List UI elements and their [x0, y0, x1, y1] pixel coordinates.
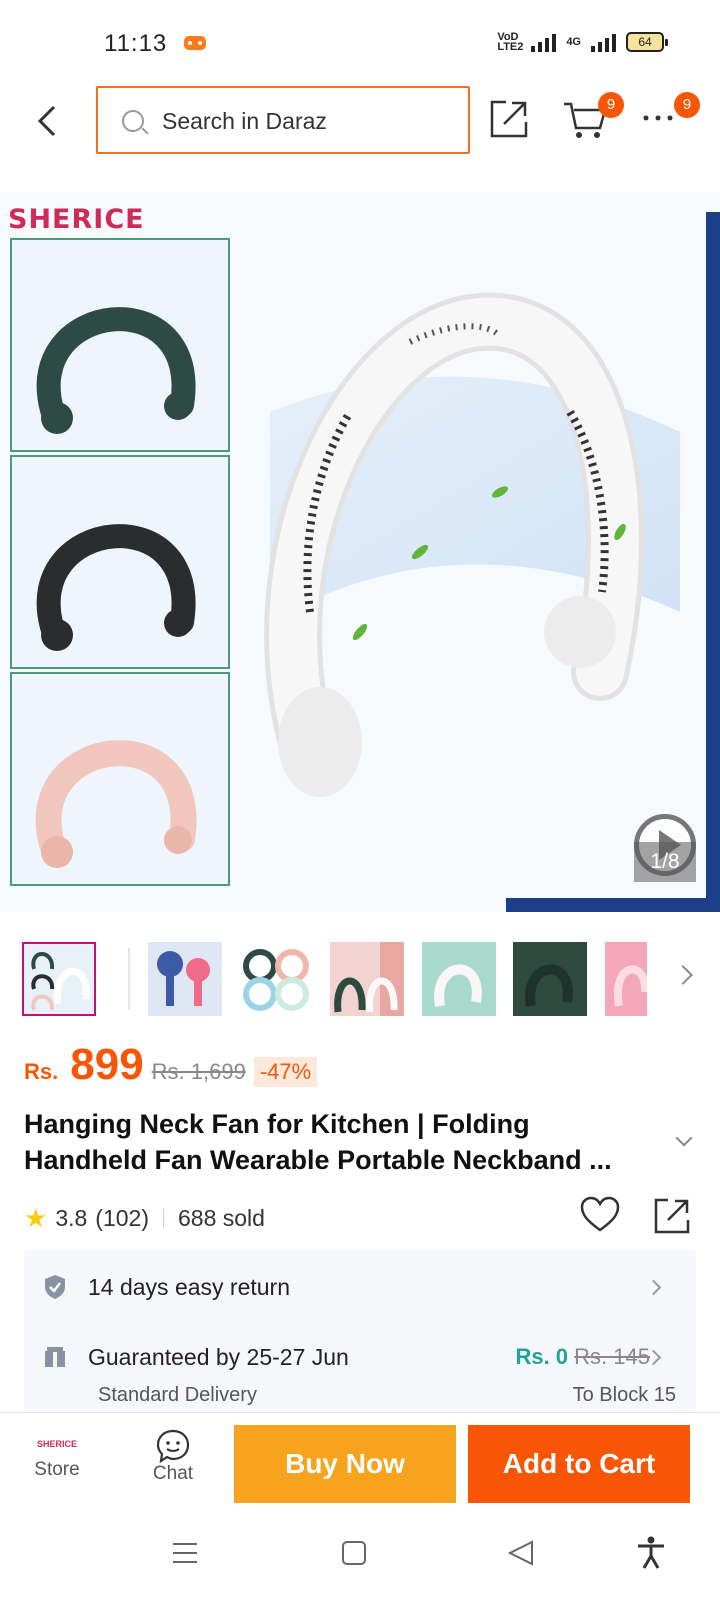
thumbnail-3[interactable]	[240, 942, 314, 1016]
battery-icon: 64	[626, 32, 668, 52]
rating-value: 3.8	[55, 1204, 88, 1231]
game-icon	[184, 36, 206, 50]
network-type: 4G	[566, 36, 581, 48]
delivery-fee-old: Rs. 145	[574, 1344, 650, 1369]
more-button[interactable]	[642, 104, 678, 133]
share-product-button[interactable]	[652, 1196, 692, 1241]
expand-title-icon[interactable]	[675, 1129, 693, 1147]
store-button[interactable]: SHERICE Store	[24, 1429, 90, 1481]
status-icons: VoD LTE2 4G 64	[497, 31, 668, 53]
thumbnail-5[interactable]	[422, 942, 496, 1016]
star-icon: ★	[24, 1202, 48, 1233]
product-title-line-1: Hanging Neck Fan for Kitchen | Folding	[24, 1109, 530, 1139]
signal-icon	[531, 32, 557, 52]
more-badge: 9	[674, 92, 700, 118]
home-square-icon	[342, 1541, 366, 1565]
thumbnail-2[interactable]	[148, 942, 222, 1016]
bottom-action-bar: SHERICE Store Chat Buy Now Add to Cart	[0, 1412, 720, 1510]
delivery-fee-new: Rs. 0	[515, 1344, 569, 1369]
thumbnail-4[interactable]	[330, 942, 404, 1016]
share-icon	[654, 1198, 690, 1234]
thumbnail-strip	[0, 940, 720, 1020]
thumbnail-6[interactable]	[513, 942, 587, 1016]
chat-button[interactable]: Chat	[140, 1429, 206, 1485]
heart-icon	[580, 1196, 620, 1232]
store-logo: SHERICE	[36, 1439, 77, 1449]
search-icon	[122, 110, 144, 132]
product-title[interactable]: Hanging Neck Fan for Kitchen | Folding H…	[24, 1106, 664, 1178]
main-product-image	[264, 292, 680, 797]
chevron-right-icon	[645, 1279, 662, 1296]
system-back-button[interactable]	[507, 1540, 534, 1571]
volte-indicator: VoD LTE2	[497, 31, 524, 53]
divider	[163, 1209, 164, 1227]
delivery-box-icon	[45, 1347, 65, 1367]
return-policy-row[interactable]: 14 days easy return	[24, 1250, 696, 1322]
back-arrow-icon	[37, 105, 56, 137]
delivery-type: Standard Delivery	[98, 1384, 257, 1406]
top-header: Search in Daraz 9 9	[0, 80, 720, 160]
brand-logo: SHERICE	[8, 204, 145, 235]
thumbnails-next-icon[interactable]	[673, 965, 693, 985]
variant-image-black	[10, 455, 230, 669]
store-label: Store	[34, 1459, 80, 1480]
thumbnail-1[interactable]	[22, 942, 96, 1016]
accessibility-icon	[638, 1536, 664, 1569]
buy-now-button[interactable]: Buy Now	[234, 1425, 456, 1503]
search-input[interactable]: Search in Daraz	[96, 86, 470, 154]
delivery-destination: To Block 15	[572, 1384, 676, 1406]
home-button[interactable]	[342, 1540, 366, 1571]
menu-icon	[173, 1543, 197, 1563]
variant-image-green	[10, 238, 230, 452]
variant-image-pink	[10, 672, 230, 886]
sold-count: 688 sold	[178, 1204, 265, 1231]
image-counter: 1/8	[634, 842, 696, 882]
cart-count-badge: 9	[598, 92, 624, 118]
thumbnail-7[interactable]	[605, 942, 647, 1016]
delivery-fee: Rs. 0 Rs. 145	[515, 1344, 650, 1370]
return-text: 14 days easy return	[88, 1274, 291, 1300]
add-to-cart-button[interactable]: Add to Cart	[468, 1425, 690, 1503]
delivery-text: Guaranteed by 25-27 Jun	[88, 1344, 349, 1370]
discount-badge: -47%	[253, 1057, 318, 1087]
signal-icon-2	[591, 32, 616, 52]
review-count: (102)	[95, 1204, 149, 1231]
clock: 11:13	[104, 30, 168, 57]
more-dots-icon	[643, 115, 673, 121]
share-button[interactable]	[488, 98, 530, 145]
price-amount: 899	[70, 1040, 144, 1089]
back-triangle-icon	[507, 1540, 533, 1566]
search-placeholder: Search in Daraz	[162, 108, 327, 134]
status-bar: 11:13 VoD LTE2 4G 64	[0, 0, 720, 80]
chat-label: Chat	[152, 1463, 194, 1484]
share-icon	[490, 100, 528, 138]
decorative-frame-bottom	[506, 898, 720, 912]
service-info-box: 14 days easy return Guaranteed by 25-27 …	[24, 1250, 696, 1412]
product-image-gallery[interactable]: SHERICE 1/8	[0, 192, 720, 912]
decorative-frame	[706, 212, 720, 912]
system-navigation-bar	[0, 1510, 720, 1600]
thumbnail-divider	[128, 948, 130, 1010]
chat-icon	[156, 1429, 190, 1463]
product-title-line-2: Handheld Fan Wearable Portable Neckband …	[24, 1145, 612, 1175]
shield-icon	[45, 1275, 65, 1299]
rating-row[interactable]: ★ 3.8 (102) 688 sold	[24, 1200, 265, 1236]
back-button[interactable]	[34, 104, 62, 138]
recent-apps-button[interactable]	[172, 1540, 198, 1571]
original-price: Rs. 1,699	[151, 1059, 246, 1084]
wishlist-button[interactable]	[580, 1196, 620, 1239]
price-currency: Rs.	[24, 1059, 59, 1084]
price-row: Rs. 899 Rs. 1,699 -47%	[24, 1040, 318, 1096]
accessibility-button[interactable]	[636, 1536, 666, 1575]
